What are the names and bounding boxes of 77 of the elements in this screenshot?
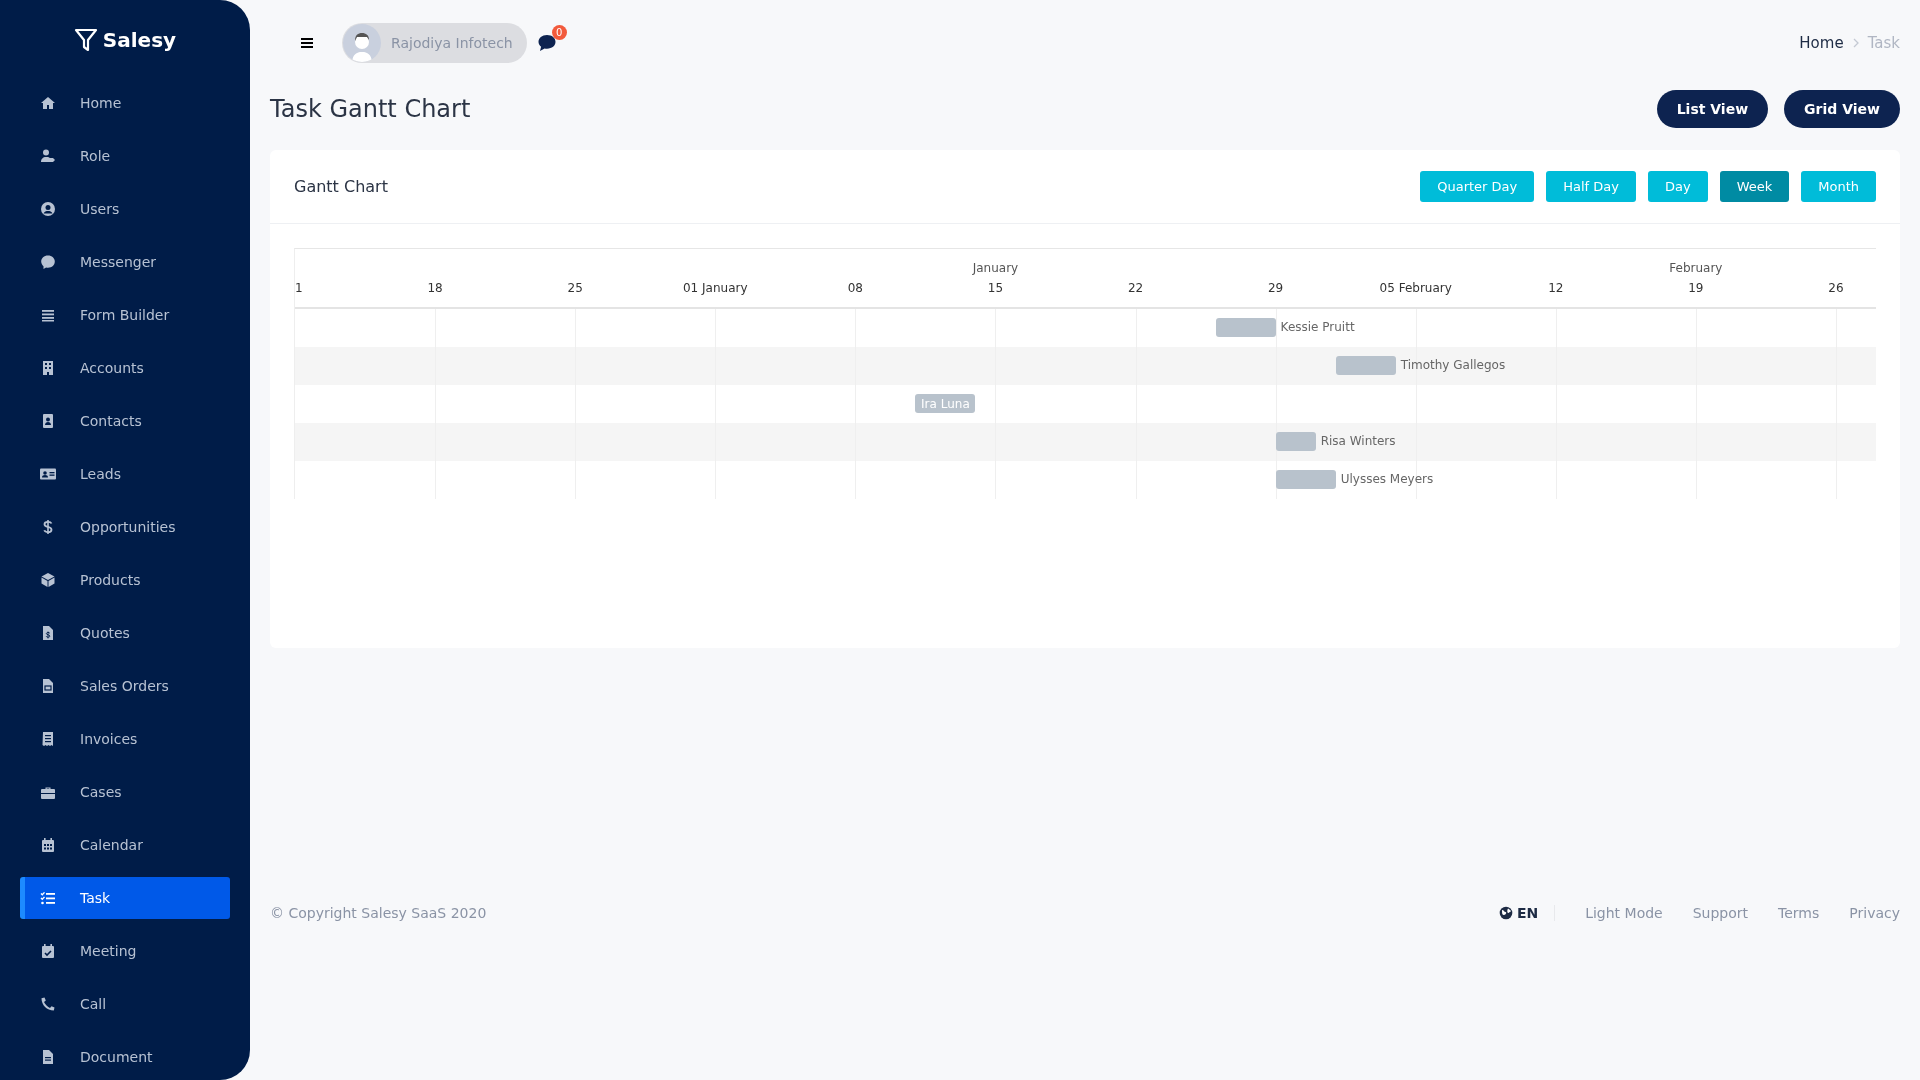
chevron-icon bbox=[1851, 38, 1860, 48]
date-label: 1 bbox=[295, 281, 303, 295]
task-bar[interactable] bbox=[1275, 432, 1316, 451]
date-label: 25 bbox=[567, 281, 583, 295]
checklist-icon bbox=[40, 890, 56, 906]
sidebar-item[interactable]: Quotes bbox=[20, 612, 230, 654]
date-label: 08 bbox=[847, 281, 863, 295]
date-label: 12 bbox=[1548, 281, 1564, 295]
document-dollar-icon bbox=[40, 625, 56, 641]
list-lines-icon bbox=[40, 307, 56, 323]
task-bar[interactable] bbox=[1275, 470, 1336, 489]
calendar-check-icon bbox=[40, 943, 56, 959]
card-title: Gantt Chart bbox=[294, 177, 388, 196]
receipt-icon bbox=[40, 731, 56, 747]
house-icon bbox=[40, 95, 56, 111]
date-label: 29 bbox=[1267, 281, 1284, 295]
menu-icon bbox=[300, 35, 314, 51]
task-bar[interactable] bbox=[1215, 318, 1276, 337]
sidebar-item[interactable]: Home bbox=[20, 82, 230, 124]
sidebar-item[interactable]: Products bbox=[20, 559, 230, 601]
date-label: 05 February bbox=[1379, 281, 1452, 295]
view-mode-button[interactable]: Week bbox=[1719, 171, 1790, 202]
task-label: Ulysses Meyers bbox=[1340, 472, 1434, 486]
sidebar-item[interactable]: Calendar bbox=[20, 824, 230, 866]
page-title: Task Gantt Chart bbox=[270, 95, 471, 123]
document-icon bbox=[40, 678, 56, 694]
sidebar-item[interactable]: Call bbox=[20, 983, 230, 1025]
document-icon bbox=[40, 1049, 56, 1065]
sidebar-item[interactable]: Document bbox=[20, 1036, 230, 1078]
task-label: Risa Winters bbox=[1320, 434, 1396, 448]
task-bar[interactable] bbox=[1335, 356, 1396, 375]
copyright-text: © Copyright Salesy SaaS 2020 bbox=[270, 905, 487, 921]
messages-button[interactable] bbox=[536, 33, 557, 53]
globe-icon bbox=[1498, 906, 1513, 920]
sidebar-item[interactable]: Users bbox=[20, 188, 230, 230]
sidebar-item[interactable]: Cases bbox=[20, 771, 230, 813]
breadcrumb-current: Task bbox=[1867, 34, 1900, 52]
sidebar-item[interactable]: Form Builder bbox=[20, 294, 230, 336]
month-label: February bbox=[1669, 261, 1723, 275]
date-label: 22 bbox=[1127, 281, 1144, 295]
building-icon bbox=[40, 360, 56, 376]
user-tag-icon bbox=[40, 148, 56, 164]
phone-icon bbox=[40, 996, 56, 1012]
view-switch-button[interactable]: List View bbox=[1656, 90, 1769, 128]
sidebar-item[interactable]: Meeting bbox=[20, 930, 230, 972]
sidebar-item[interactable]: Leads bbox=[20, 453, 230, 495]
sidebar-item[interactable]: Role bbox=[20, 135, 230, 177]
sidebar-item[interactable]: Contacts bbox=[20, 400, 230, 442]
date-label: 15 bbox=[987, 281, 1004, 295]
chat-bubble-icon bbox=[40, 254, 56, 270]
calendar-icon bbox=[40, 837, 56, 853]
sidebar-item[interactable]: Messenger bbox=[20, 241, 230, 283]
month-label: January bbox=[972, 261, 1019, 275]
chat-bubble-icon bbox=[536, 33, 557, 53]
id-card-icon bbox=[40, 466, 56, 482]
message-count-badge: 0 bbox=[551, 25, 567, 40]
date-label: 18 bbox=[427, 281, 443, 295]
date-label: 19 bbox=[1688, 281, 1704, 295]
task-label: Timothy Gallegos bbox=[1400, 358, 1506, 372]
contact-card-icon bbox=[40, 413, 56, 429]
view-switch-button[interactable]: Grid View bbox=[1784, 90, 1900, 128]
breadcrumb-link[interactable]: Home bbox=[1799, 34, 1844, 52]
logo-text: Salesy bbox=[102, 28, 177, 52]
user-name: Rajodiya Infotech bbox=[391, 35, 513, 51]
sidebar-item[interactable]: Task bbox=[20, 877, 230, 919]
sidebar-item[interactable]: Accounts bbox=[20, 347, 230, 389]
sidebar-item[interactable]: Sales Orders bbox=[20, 665, 230, 707]
language-selector[interactable]: EN bbox=[1498, 905, 1556, 921]
sidebar-item[interactable]: Opportunities bbox=[20, 506, 230, 548]
date-label: 26 bbox=[1828, 281, 1844, 295]
date-label: 01 January bbox=[683, 281, 748, 295]
menu-button[interactable] bbox=[300, 35, 314, 51]
user-circle-icon bbox=[40, 201, 56, 217]
task-label: Kessie Pruitt bbox=[1280, 320, 1355, 334]
sidebar-item[interactable]: Invoices bbox=[20, 718, 230, 760]
funnel-icon bbox=[73, 28, 98, 52]
box-icon bbox=[40, 572, 56, 588]
